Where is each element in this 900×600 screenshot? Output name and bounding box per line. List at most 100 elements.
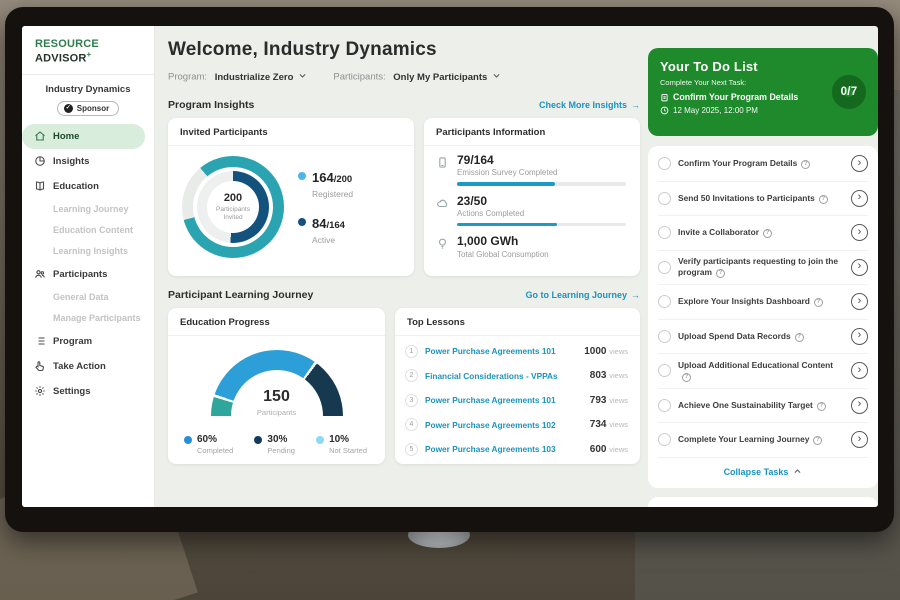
lesson-link[interactable]: Power Purchase Agreements 102: [425, 420, 583, 430]
program-insights-header: Program Insights Check More Insights →: [168, 99, 640, 111]
todo-panel: Your To Do List Complete Your Next Task:…: [648, 26, 878, 507]
lesson-views: 793: [590, 395, 607, 406]
task-checkbox[interactable]: [658, 399, 671, 412]
todo-next-task-label: Confirm Your Program Details: [673, 92, 798, 102]
go-to-learning-journey-link[interactable]: Go to Learning Journey →: [525, 290, 640, 300]
nav-label: Learning Journey: [53, 204, 129, 214]
legend-dot: [254, 436, 262, 444]
task-chevron-button[interactable]: ›: [851, 224, 868, 241]
lesson-link[interactable]: Power Purchase Agreements 103: [425, 444, 583, 454]
program-filter: Program: Industrialize Zero: [168, 71, 307, 83]
learning-journey-header: Participant Learning Journey Go to Learn…: [168, 289, 640, 301]
task-row[interactable]: Achieve One Sustainability Target? ›: [658, 389, 868, 424]
task-chevron-button[interactable]: ›: [851, 362, 868, 379]
collapse-tasks-link[interactable]: Collapse Tasks: [658, 458, 868, 486]
sidebar-item-education[interactable]: Education: [22, 174, 154, 199]
sidebar: RESOURCE ADVISOR+ Industry Dynamics ✓ Sp…: [22, 26, 155, 507]
task-chevron-button[interactable]: ›: [851, 293, 868, 310]
task-label: Complete Your Learning Journey: [678, 434, 809, 444]
app-logo: RESOURCE ADVISOR+: [22, 26, 154, 75]
task-checkbox[interactable]: [658, 226, 671, 239]
education-progress-gauge-chart: 150 Participants: [211, 350, 343, 428]
todo-header-card: Your To Do List Complete Your Next Task:…: [648, 48, 878, 136]
take-action-icon: [34, 360, 46, 372]
task-row[interactable]: Complete Your Learning Journey? ›: [658, 423, 868, 458]
invited-participants-donut-chart: 200 Participants Invited: [182, 156, 284, 258]
task-chevron-button[interactable]: ›: [851, 431, 868, 448]
sidebar-item-education-content[interactable]: Education Content: [22, 220, 154, 241]
lesson-link[interactable]: Financial Considerations - VPPAs: [425, 371, 583, 381]
logo-plus: +: [87, 50, 92, 59]
task-chevron-button[interactable]: ›: [851, 397, 868, 414]
task-chevron-button[interactable]: ›: [851, 190, 868, 207]
sidebar-item-general-data[interactable]: General Data: [22, 287, 154, 308]
learning-cards-row: Education Progress 150 Participants: [168, 308, 640, 464]
task-chevron-button[interactable]: ›: [851, 155, 868, 172]
filter-bar: Program: Industrialize Zero Participants…: [168, 71, 640, 83]
participants-dropdown[interactable]: Only My Participants: [393, 71, 501, 83]
task-checkbox[interactable]: [658, 192, 671, 205]
sidebar-item-participants[interactable]: Participants: [22, 262, 154, 287]
nav-label: Home: [53, 131, 79, 142]
program-dropdown-value: Industrialize Zero: [215, 72, 294, 83]
task-checkbox[interactable]: [658, 330, 671, 343]
todo-title: Your To Do List: [660, 59, 826, 74]
help-icon: ?: [814, 298, 823, 307]
program-icon: [34, 335, 46, 347]
task-label: Verify participants requesting to join t…: [678, 256, 838, 277]
gauge-center-value: 150: [211, 388, 343, 406]
stat-label: Total Global Consumption: [457, 250, 626, 259]
task-row[interactable]: Upload Additional Educational Content? ›: [658, 354, 868, 389]
task-row[interactable]: Invite a Collaborator? ›: [658, 216, 868, 251]
task-chevron-button[interactable]: ›: [851, 328, 868, 345]
sidebar-item-take-action[interactable]: Take Action: [22, 354, 154, 379]
task-checkbox[interactable]: [658, 295, 671, 308]
participants-information-card: Participants Information 79/164 Emission…: [424, 118, 640, 276]
nav-label: Manage Participants: [53, 313, 141, 323]
task-checkbox[interactable]: [658, 364, 671, 377]
task-checkbox[interactable]: [658, 157, 671, 170]
task-row[interactable]: Confirm Your Program Details? ›: [658, 147, 868, 182]
program-dropdown[interactable]: Industrialize Zero: [215, 71, 308, 83]
lightbulb-icon: [436, 237, 449, 250]
sidebar-item-manage-participants[interactable]: Manage Participants: [22, 308, 154, 329]
nav-label: Take Action: [53, 361, 106, 372]
legend-label: Not Started: [329, 446, 367, 455]
participants-dropdown-value: Only My Participants: [393, 72, 487, 83]
card-title: Top Lessons: [395, 308, 640, 336]
invited-participants-card: Invited Participants 200 Participants In…: [168, 118, 414, 276]
legend-item-registered: 164/200 Registered: [298, 169, 353, 199]
progress-fill: [457, 182, 555, 186]
nav-label: Insights: [53, 156, 89, 167]
task-chevron-button[interactable]: ›: [851, 259, 868, 276]
logo-resource: RESOURCE: [35, 38, 99, 50]
insights-cards-row: Invited Participants 200 Participants In…: [168, 118, 640, 276]
sidebar-item-settings[interactable]: Settings: [22, 379, 154, 404]
task-checkbox[interactable]: [658, 261, 671, 274]
monitor-bezel: RESOURCE ADVISOR+ Industry Dynamics ✓ Sp…: [5, 7, 894, 532]
education-icon: [34, 180, 46, 192]
task-row[interactable]: Send 50 Invitations to Participants? ›: [658, 182, 868, 217]
sidebar-item-program[interactable]: Program: [22, 329, 154, 354]
legend-value: 164: [312, 170, 334, 185]
collapse-label: Collapse Tasks: [724, 467, 789, 477]
sidebar-item-learning-journey[interactable]: Learning Journey: [22, 199, 154, 220]
sidebar-item-learning-insights[interactable]: Learning Insights: [22, 241, 154, 262]
lesson-link[interactable]: Power Purchase Agreements 101: [425, 395, 583, 405]
help-icon: ?: [763, 229, 772, 238]
task-row[interactable]: Verify participants requesting to join t…: [658, 251, 868, 286]
legend-dot: [298, 172, 306, 180]
check-more-insights-link[interactable]: Check More Insights →: [539, 100, 640, 110]
task-row[interactable]: Upload Spend Data Records? ›: [658, 320, 868, 355]
legend-value: 60%: [197, 434, 233, 445]
lesson-link[interactable]: Power Purchase Agreements 101: [425, 346, 577, 356]
task-row[interactable]: Explore Your Insights Dashboard? ›: [658, 285, 868, 320]
top-lessons-card: Top Lessons 1 Power Purchase Agreements …: [395, 308, 640, 464]
clock-icon: [660, 106, 669, 115]
help-icon: ?: [682, 373, 691, 382]
sponsor-badge[interactable]: ✓ Sponsor: [57, 101, 119, 116]
dashboard-screen: RESOURCE ADVISOR+ Industry Dynamics ✓ Sp…: [22, 26, 878, 507]
sidebar-item-insights[interactable]: Insights: [22, 149, 154, 174]
task-checkbox[interactable]: [658, 433, 671, 446]
sidebar-item-home[interactable]: Home: [22, 124, 145, 149]
